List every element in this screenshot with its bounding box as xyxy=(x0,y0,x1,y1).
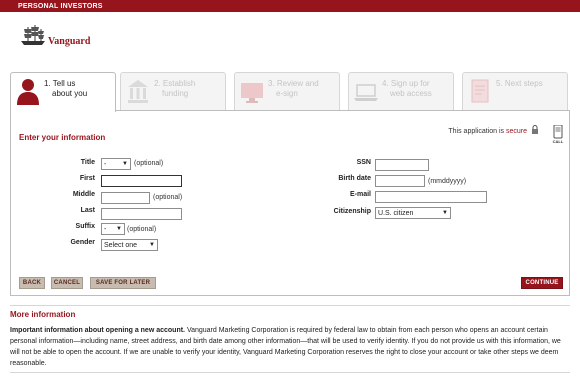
step-label: 5. Next steps xyxy=(496,79,543,88)
top-banner: PERSONAL INVESTORS xyxy=(0,0,580,12)
middle-optional-hint: (optional) xyxy=(153,194,183,201)
step-tell-us-about-you[interactable]: 1. Tell us about you xyxy=(10,72,116,112)
top-banner-label: PERSONAL INVESTORS xyxy=(18,3,103,10)
chevron-down-icon: ▼ xyxy=(149,242,155,248)
email-input[interactable] xyxy=(375,191,487,203)
monitor-icon xyxy=(241,83,263,103)
gender-select[interactable]: Select one ▼ xyxy=(101,239,158,251)
section-title: Enter your information xyxy=(19,133,106,142)
more-information-title: More information xyxy=(10,310,76,319)
lock-icon xyxy=(532,125,538,134)
step-next-steps: 5. Next steps xyxy=(462,72,568,110)
title-select[interactable]: - ▼ xyxy=(101,158,131,170)
brand-name: Vanguard xyxy=(48,36,91,47)
progress-steps: 1. Tell us about you 2. Establish fundin… xyxy=(10,72,570,112)
suffix-select[interactable]: - ▼ xyxy=(101,223,125,235)
birth-date-format-hint: (mmddyyyy) xyxy=(428,178,467,185)
last-label: Last xyxy=(80,207,95,214)
more-information-text: Important information about opening a ne… xyxy=(10,325,570,369)
ship-icon xyxy=(21,25,45,45)
cancel-button[interactable]: CANCEL xyxy=(51,277,83,289)
title-optional-hint: (optional) xyxy=(134,160,164,167)
call-label: CALL xyxy=(552,139,564,144)
step-sign-up-web-access: 4. Sign up for web access xyxy=(348,72,454,110)
middle-name-input[interactable] xyxy=(101,192,150,204)
email-label: E-mail xyxy=(349,191,371,198)
bank-icon xyxy=(128,80,148,103)
person-icon xyxy=(17,79,39,105)
secure-notice: This application is secure xyxy=(448,128,527,135)
secure-link[interactable]: secure xyxy=(506,128,527,135)
citizenship-label: Citizenship xyxy=(333,208,371,215)
suffix-label: Suffix xyxy=(75,223,95,230)
birth-date-input[interactable] xyxy=(375,175,425,187)
chevron-down-icon: ▼ xyxy=(116,226,122,232)
ssn-label: SSN xyxy=(356,159,371,166)
vanguard-logo[interactable]: Vanguard xyxy=(18,24,128,48)
citizenship-select[interactable]: U.S. citizen ▼ xyxy=(375,207,451,219)
birth-date-label: Birth date xyxy=(338,175,371,182)
document-icon xyxy=(471,79,489,103)
important-info-lead: Important information about opening a ne… xyxy=(10,327,185,334)
ssn-input[interactable] xyxy=(375,159,429,171)
back-button[interactable]: BACK xyxy=(19,277,45,289)
more-information-section: More information Important information a… xyxy=(10,305,570,369)
phone-icon xyxy=(553,124,563,139)
gender-label: Gender xyxy=(70,239,95,246)
step-label: 4. Sign up for web access xyxy=(382,79,432,98)
first-label: First xyxy=(79,175,95,182)
save-for-later-button[interactable]: SAVE FOR LATER xyxy=(90,277,156,289)
continue-button[interactable]: CONTINUE xyxy=(521,277,563,289)
step-review-and-esign: 3. Review and e-sign xyxy=(234,72,340,110)
chevron-down-icon: ▼ xyxy=(442,210,448,216)
step-establish-funding: 2. Establish funding xyxy=(120,72,226,110)
chevron-down-icon: ▼ xyxy=(122,161,128,167)
personal-info-form: Enter your information This application … xyxy=(10,110,570,296)
first-name-input[interactable] xyxy=(101,175,182,187)
step-label: 2. Establish funding xyxy=(154,79,196,98)
step-label: 3. Review and e-sign xyxy=(268,79,319,98)
call-button[interactable]: CALL xyxy=(551,124,565,147)
suffix-optional-hint: (optional) xyxy=(127,226,157,233)
title-label: Title xyxy=(80,159,95,166)
divider xyxy=(10,372,570,373)
middle-label: Middle xyxy=(72,191,95,198)
step-label: 1. Tell us about you xyxy=(44,79,88,98)
last-name-input[interactable] xyxy=(101,208,182,220)
laptop-icon xyxy=(354,84,378,101)
